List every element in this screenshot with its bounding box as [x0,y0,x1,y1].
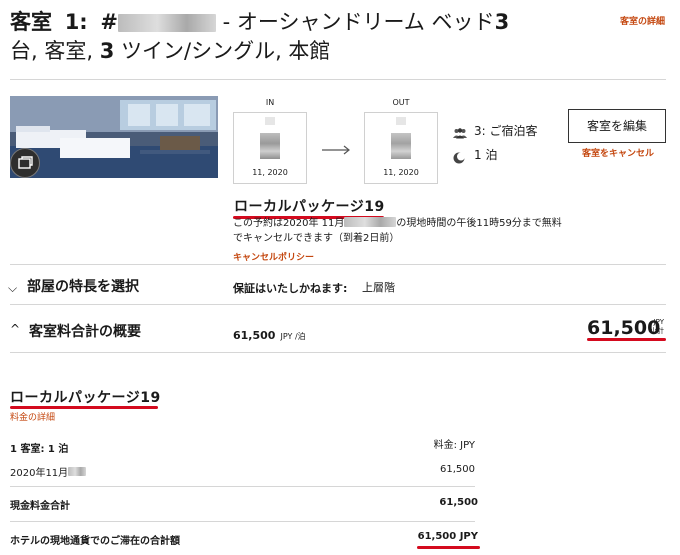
redacted-cancel-date [344,217,397,227]
rate-currency-label: 料金: JPY [433,440,475,451]
night-date-amount: 61,500 [440,464,475,475]
features-divider-top [10,264,666,265]
not-guaranteed-label: 保証はいたしかねます: [233,282,348,295]
night-date-text: 2020年11月 [10,468,69,479]
arrow-right-icon [322,140,352,159]
policy-text-line2: でキャンセルできます（到着2日前） [233,233,400,244]
per-night-rate: 61,500 JPY /泊 [233,324,306,343]
chevron-up-icon[interactable]: ^ [10,322,20,336]
edit-room-button[interactable]: 客室を編集 [568,109,666,143]
rate-total-currency: JPY [653,318,664,326]
people-icon [453,124,467,143]
rate-total-underline [587,338,666,341]
features-divider-bottom [10,304,666,305]
per-night-unit: JPY /泊 [280,332,306,341]
check-out-label: OUT [392,98,410,107]
redacted-night-day [68,467,87,476]
room-title-line2-b: ツイン/シングル, 本館 [114,39,331,63]
package-name: ローカルパッケージ19 [234,199,385,215]
cancel-room-link[interactable]: 客室をキャンセル [578,149,658,160]
room-title: 客室 1: # - オーシャンドリーム ベッド3 台, 客室, 3 ツイン/シン… [10,8,570,66]
check-out-day-redacted [396,117,406,125]
breakdown-divider-1 [10,486,475,487]
check-out-date-redacted [391,133,411,159]
room-title-name: - オーシャンドリーム ベッド [216,10,495,34]
policy-text-line1-a: この予約は2020年 11月 [233,218,345,229]
rate-subtotal-label: 小計 [650,327,664,335]
room-photo-image [10,96,218,178]
room-title-bed-count: 3 [494,10,510,34]
room-details-link[interactable]: 客室の詳細 [620,14,665,27]
room-title-prefix: 客室 [10,10,52,34]
room-hash: # [100,10,118,34]
local-currency-total-label: ホテルの現地通貨でのご滞在の合計額 [10,536,180,547]
check-in-year: 11, 2020 [252,168,288,177]
room-title-line2-a: 台, 客室, [10,39,100,63]
room-nights-label: 1 客室: 1 泊 [10,444,69,455]
check-in-day-redacted [265,117,275,125]
photo-gallery-button[interactable] [10,148,40,178]
per-night-amount: 61,500 [233,329,276,342]
title-divider [10,79,666,80]
room-features-toggle[interactable]: 部屋の特長を選択 [27,276,139,296]
check-in-date-redacted [260,133,280,159]
room-title-bed-count-2: 3 [99,39,115,63]
not-guaranteed-value: 上層階 [362,281,395,294]
check-out-year: 11, 2020 [383,168,419,177]
moon-icon [453,149,465,168]
chevron-down-icon[interactable]: ⌵ [8,281,17,296]
guest-count: 3: ご宿泊客 [474,124,538,138]
cash-total-amount: 61,500 [439,497,478,508]
check-in-card: 11, 2020 [233,112,307,184]
night-count: 1 泊 [474,148,498,162]
night-date-label: 2020年11月 [10,464,87,479]
room-number-label: 1: [64,10,88,34]
redacted-confirmation-number [118,14,216,32]
local-total-underline [417,546,480,549]
rate-summary-toggle[interactable]: 客室料合計の概要 [29,321,141,341]
local-currency-total-amount: 61,500 JPY [417,531,478,542]
gallery-icon [18,156,33,169]
room-photo[interactable] [10,96,218,178]
rate-details-link[interactable]: 料金の詳細 [10,410,55,423]
summary-divider [10,352,666,353]
breakdown-package-underline [10,406,158,409]
cash-total-label: 現金料金合計 [10,501,70,512]
breakdown-divider-2 [10,521,475,522]
check-out-card: 11, 2020 [364,112,438,184]
cancellation-policy-text: この予約は2020年 11月 の現地時間の午後11時59分まで無料 でキャンセルで… [233,216,563,246]
policy-text-line1-b: の現地時間の午後11時59分まで無料 [396,218,562,229]
check-in-label: IN [265,98,275,107]
cancellation-policy-link[interactable]: キャンセルポリシー [233,250,314,263]
breakdown-package-name: ローカルパッケージ19 [10,390,161,406]
